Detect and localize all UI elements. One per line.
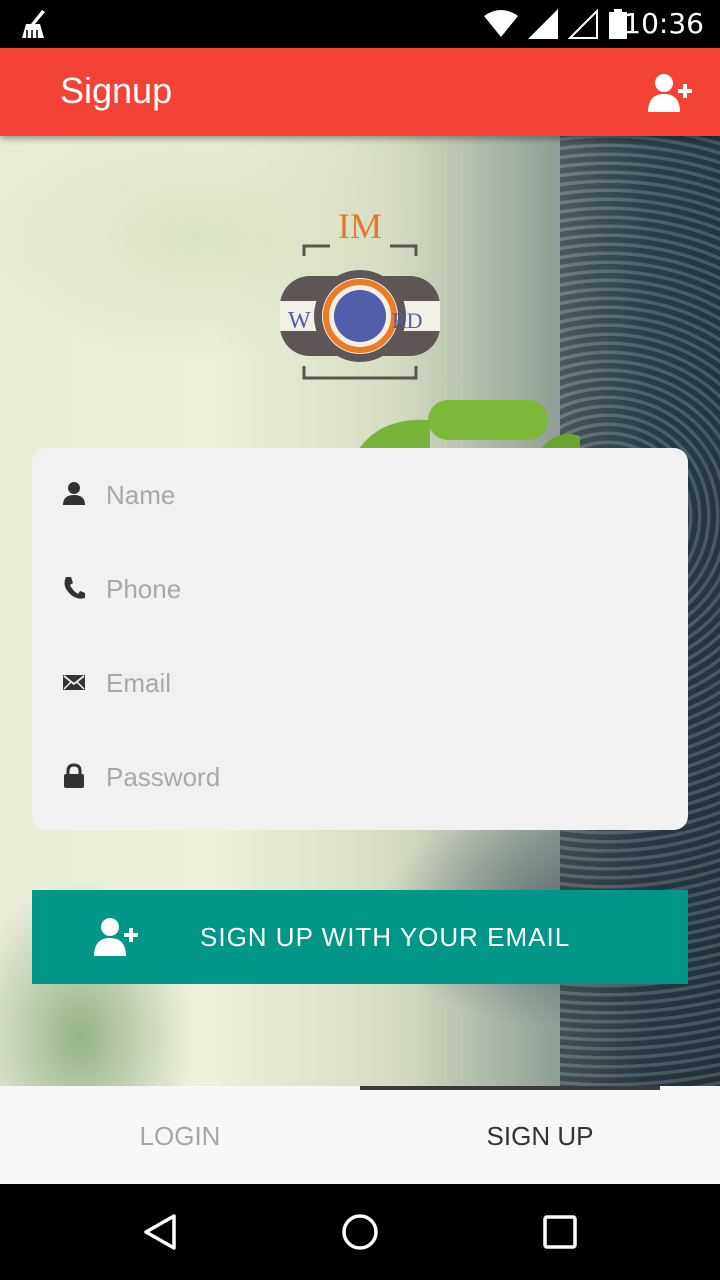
- logo-text-left: W: [288, 308, 311, 334]
- signup-email-button[interactable]: SIGN UP WITH YOUR EMAIL: [32, 890, 688, 984]
- recents-icon[interactable]: [540, 1212, 580, 1252]
- background-area: IM W RD Name Phone Email Password SIGN U…: [0, 136, 720, 1086]
- signup-form: Name Phone Email Password: [32, 448, 688, 830]
- page-title: Signup: [60, 70, 173, 111]
- password-field[interactable]: Password: [32, 730, 688, 824]
- signup-button-label: SIGN UP WITH YOUR EMAIL: [200, 922, 571, 952]
- password-placeholder: Password: [106, 762, 221, 792]
- cleaner-icon: [22, 10, 45, 38]
- phone-field[interactable]: Phone: [32, 542, 688, 636]
- logo-top-text: IM: [338, 206, 382, 246]
- navigation-bar: [0, 1184, 720, 1280]
- email-icon: [63, 675, 85, 690]
- lock-icon: [64, 763, 84, 788]
- tab-signup-label: SIGN UP: [486, 1121, 594, 1151]
- app-bar: Signup: [0, 48, 720, 136]
- tab-bar: LOGIN SIGN UP: [0, 1086, 720, 1184]
- name-field[interactable]: Name: [32, 448, 688, 542]
- phone-icon: [64, 577, 85, 599]
- tab-login[interactable]: LOGIN: [0, 1086, 360, 1184]
- add-user-icon[interactable]: [648, 72, 694, 112]
- add-user-icon: [94, 918, 138, 956]
- wifi-icon: [484, 10, 518, 37]
- tab-login-label: LOGIN: [139, 1121, 221, 1151]
- email-field[interactable]: Email: [32, 636, 688, 730]
- tab-indicator: [360, 1086, 660, 1090]
- app-logo: IM W RD: [280, 206, 440, 380]
- logo-text-right: RD: [392, 308, 423, 333]
- email-placeholder: Email: [106, 668, 172, 698]
- status-bar: 10:36: [0, 0, 720, 48]
- home-icon[interactable]: [340, 1212, 380, 1252]
- signal-empty-icon: [568, 9, 598, 39]
- phone-placeholder: Phone: [106, 574, 182, 604]
- name-placeholder: Name: [106, 480, 176, 510]
- clock: 10:36: [623, 7, 704, 40]
- tab-signup[interactable]: SIGN UP: [360, 1086, 720, 1184]
- signal-icon: [528, 9, 558, 39]
- person-icon: [63, 482, 85, 505]
- back-icon[interactable]: [140, 1212, 180, 1252]
